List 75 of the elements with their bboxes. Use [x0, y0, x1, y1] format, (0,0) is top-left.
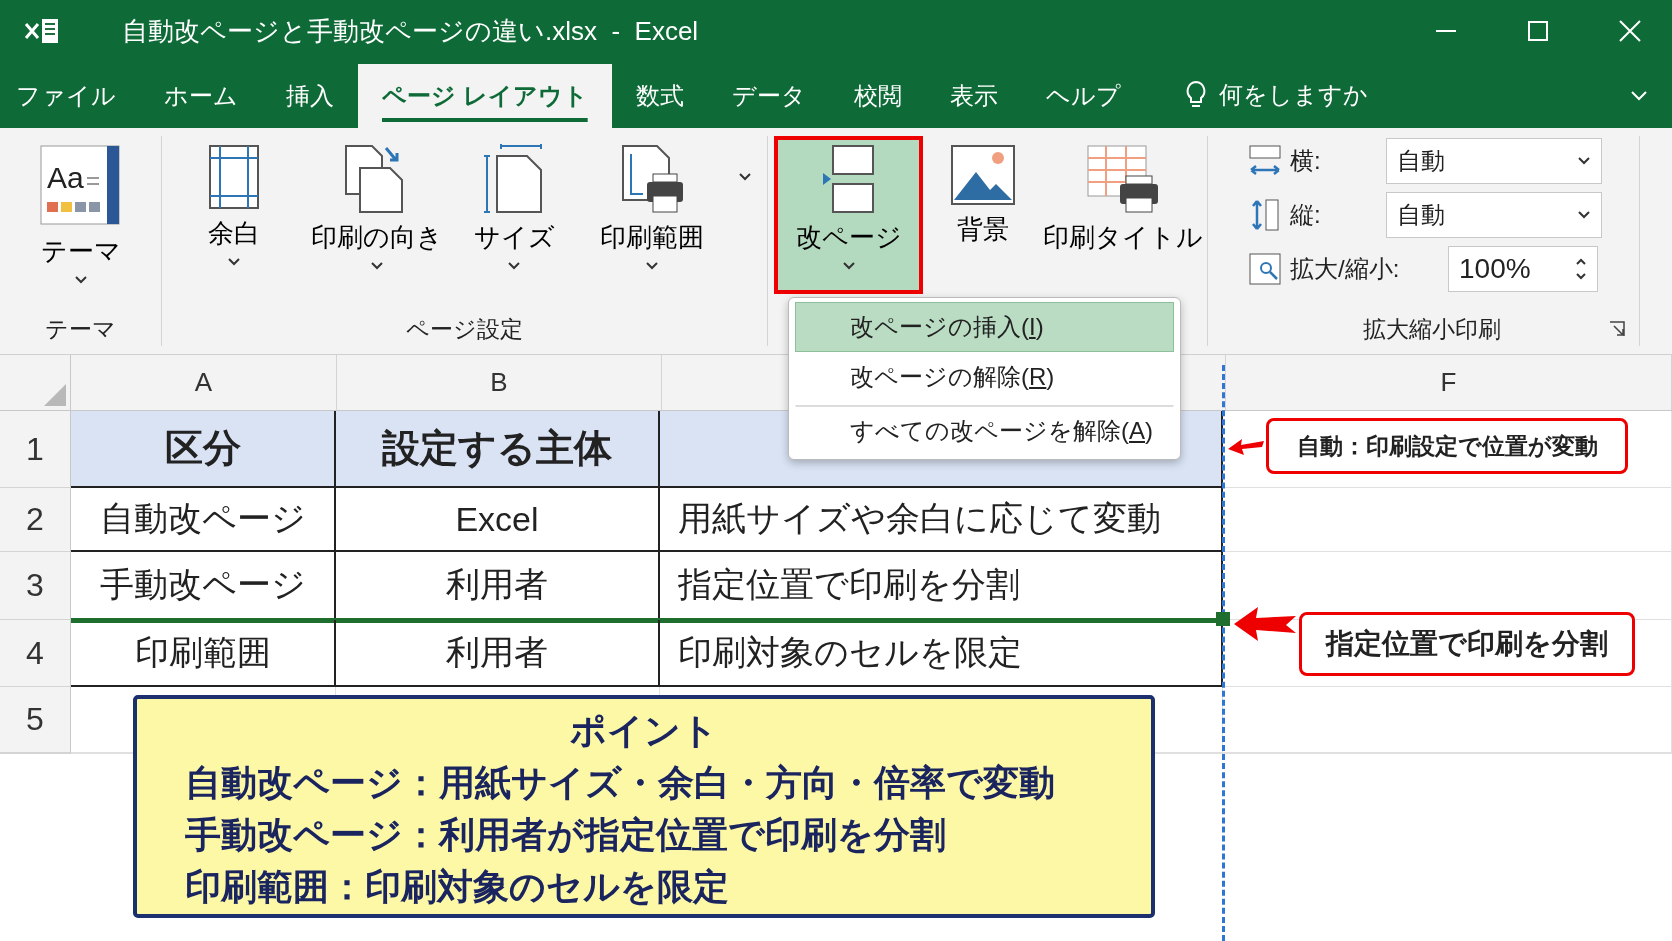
chevron-down-icon — [73, 275, 88, 285]
ribbon-button[interactable]: 余白 — [169, 136, 300, 294]
ribbon-button[interactable]: サイズ — [454, 136, 575, 294]
chevron-down-icon[interactable] — [1630, 90, 1648, 102]
table-cell: 利用者 — [336, 620, 660, 687]
table-cell: 印刷範囲 — [71, 620, 336, 687]
ribbon-tab[interactable]: ページ レイアウト — [358, 64, 612, 128]
note-text: 自動改ページ：用紙サイズ・余白・方向・倍率で変動 — [185, 761, 1056, 805]
column-header[interactable]: B — [490, 367, 508, 398]
arrow — [1234, 607, 1296, 641]
field-label: 横: — [1290, 146, 1322, 176]
arrow — [1228, 437, 1264, 457]
table-cell: 用紙サイズや余白に応じて変動 — [660, 488, 1223, 552]
ribbon-tab[interactable]: ヘルプ — [1021, 64, 1145, 128]
menu-item[interactable]: 改ページの挿入(I) — [795, 302, 1174, 352]
chevron-down-icon — [1577, 156, 1591, 166]
dialog-launcher-icon[interactable] — [1609, 321, 1625, 337]
ribbon-tab[interactable]: 表示 — [925, 64, 1022, 128]
chevron-down-icon — [645, 261, 660, 271]
dropdown-field[interactable]: 自動 — [1386, 138, 1602, 184]
chevron-down-icon — [507, 261, 522, 271]
group-label: ページ設定 — [406, 314, 523, 344]
window-title: 自動改ページと手動改ページの違い.xlsx - Excel — [122, 14, 699, 48]
chevron-down-icon — [369, 261, 384, 271]
chevron-down-icon — [737, 172, 752, 182]
callout-label: 自動：印刷設定で位置が変動 — [1266, 418, 1628, 474]
ribbon-tab[interactable]: 校閲 — [829, 64, 926, 128]
row-header[interactable]: 4 — [26, 634, 44, 672]
lightbulb-icon — [1184, 80, 1207, 110]
chevron-down-icon — [841, 261, 856, 271]
row-header[interactable]: 2 — [26, 501, 44, 538]
table-cell: 自動改ページ — [71, 488, 336, 552]
ribbon-button[interactable]: 印刷の向き — [301, 136, 452, 294]
table-cell: 印刷対象のセルを限定 — [660, 620, 1223, 687]
spin-field[interactable]: 100% — [1448, 246, 1598, 292]
ribbon-tab[interactable]: ホーム — [140, 64, 262, 128]
chevron-down-icon — [227, 257, 242, 267]
note-title: ポイント — [570, 709, 718, 753]
break-handle[interactable] — [1216, 612, 1230, 626]
close-icon[interactable] — [1618, 19, 1642, 43]
row-header[interactable]: 5 — [26, 701, 44, 738]
width-icon — [1248, 144, 1282, 178]
row-header[interactable]: 1 — [26, 430, 44, 468]
table-cell: Excel — [336, 488, 660, 552]
note-text: 手動改ページ：利用者が指定位置で印刷を分割 — [185, 813, 947, 857]
table-cell: 区分 — [71, 411, 336, 488]
zoom-page-icon — [1248, 252, 1282, 286]
ribbon-button[interactable]: 印刷タイトル — [1043, 136, 1203, 294]
ribbon-tab[interactable]: ファイル — [0, 64, 140, 128]
column-header[interactable]: A — [194, 367, 213, 398]
group-label: 拡大縮小印刷 — [1362, 314, 1501, 344]
group-label: テーマ — [45, 314, 116, 344]
page-break-icon — [820, 144, 877, 214]
callout-label: 指定位置で印刷を分割 — [1299, 612, 1635, 676]
field-label: 縦: — [1290, 200, 1322, 230]
mountain-picture-icon — [950, 144, 1016, 206]
tell-me-field[interactable]: 何をしますか — [1216, 80, 1421, 110]
ribbon-tab[interactable]: 数式 — [611, 64, 708, 128]
dropdown-field[interactable]: 自動 — [1386, 192, 1602, 238]
ribbon-button[interactable]: 印刷範囲 — [577, 136, 728, 294]
ribbon-button[interactable]: 改ページ — [774, 136, 923, 294]
menu-item[interactable]: すべての改ページを解除(A) — [795, 405, 1174, 455]
maximize-icon[interactable] — [1526, 19, 1550, 43]
table-cell: 設定する主体 — [336, 411, 660, 488]
print-titles-icon — [1086, 144, 1160, 214]
ribbon-tab[interactable]: データ — [707, 64, 830, 128]
note-text: 印刷範囲：印刷対象のセルを限定 — [185, 865, 730, 909]
chevron-down-icon — [1577, 210, 1591, 220]
menu-item[interactable]: 改ページの解除(R) — [795, 352, 1174, 402]
field-label: 拡大/縮小: — [1290, 254, 1401, 284]
column-header[interactable]: F — [1440, 367, 1457, 398]
row-header[interactable]: 3 — [26, 567, 44, 604]
ribbon-tab[interactable]: 挿入 — [262, 64, 358, 128]
ribbon-button[interactable]: Aa テーマ — [25, 136, 136, 294]
ribbon-button[interactable]: 背景 — [923, 136, 1043, 294]
